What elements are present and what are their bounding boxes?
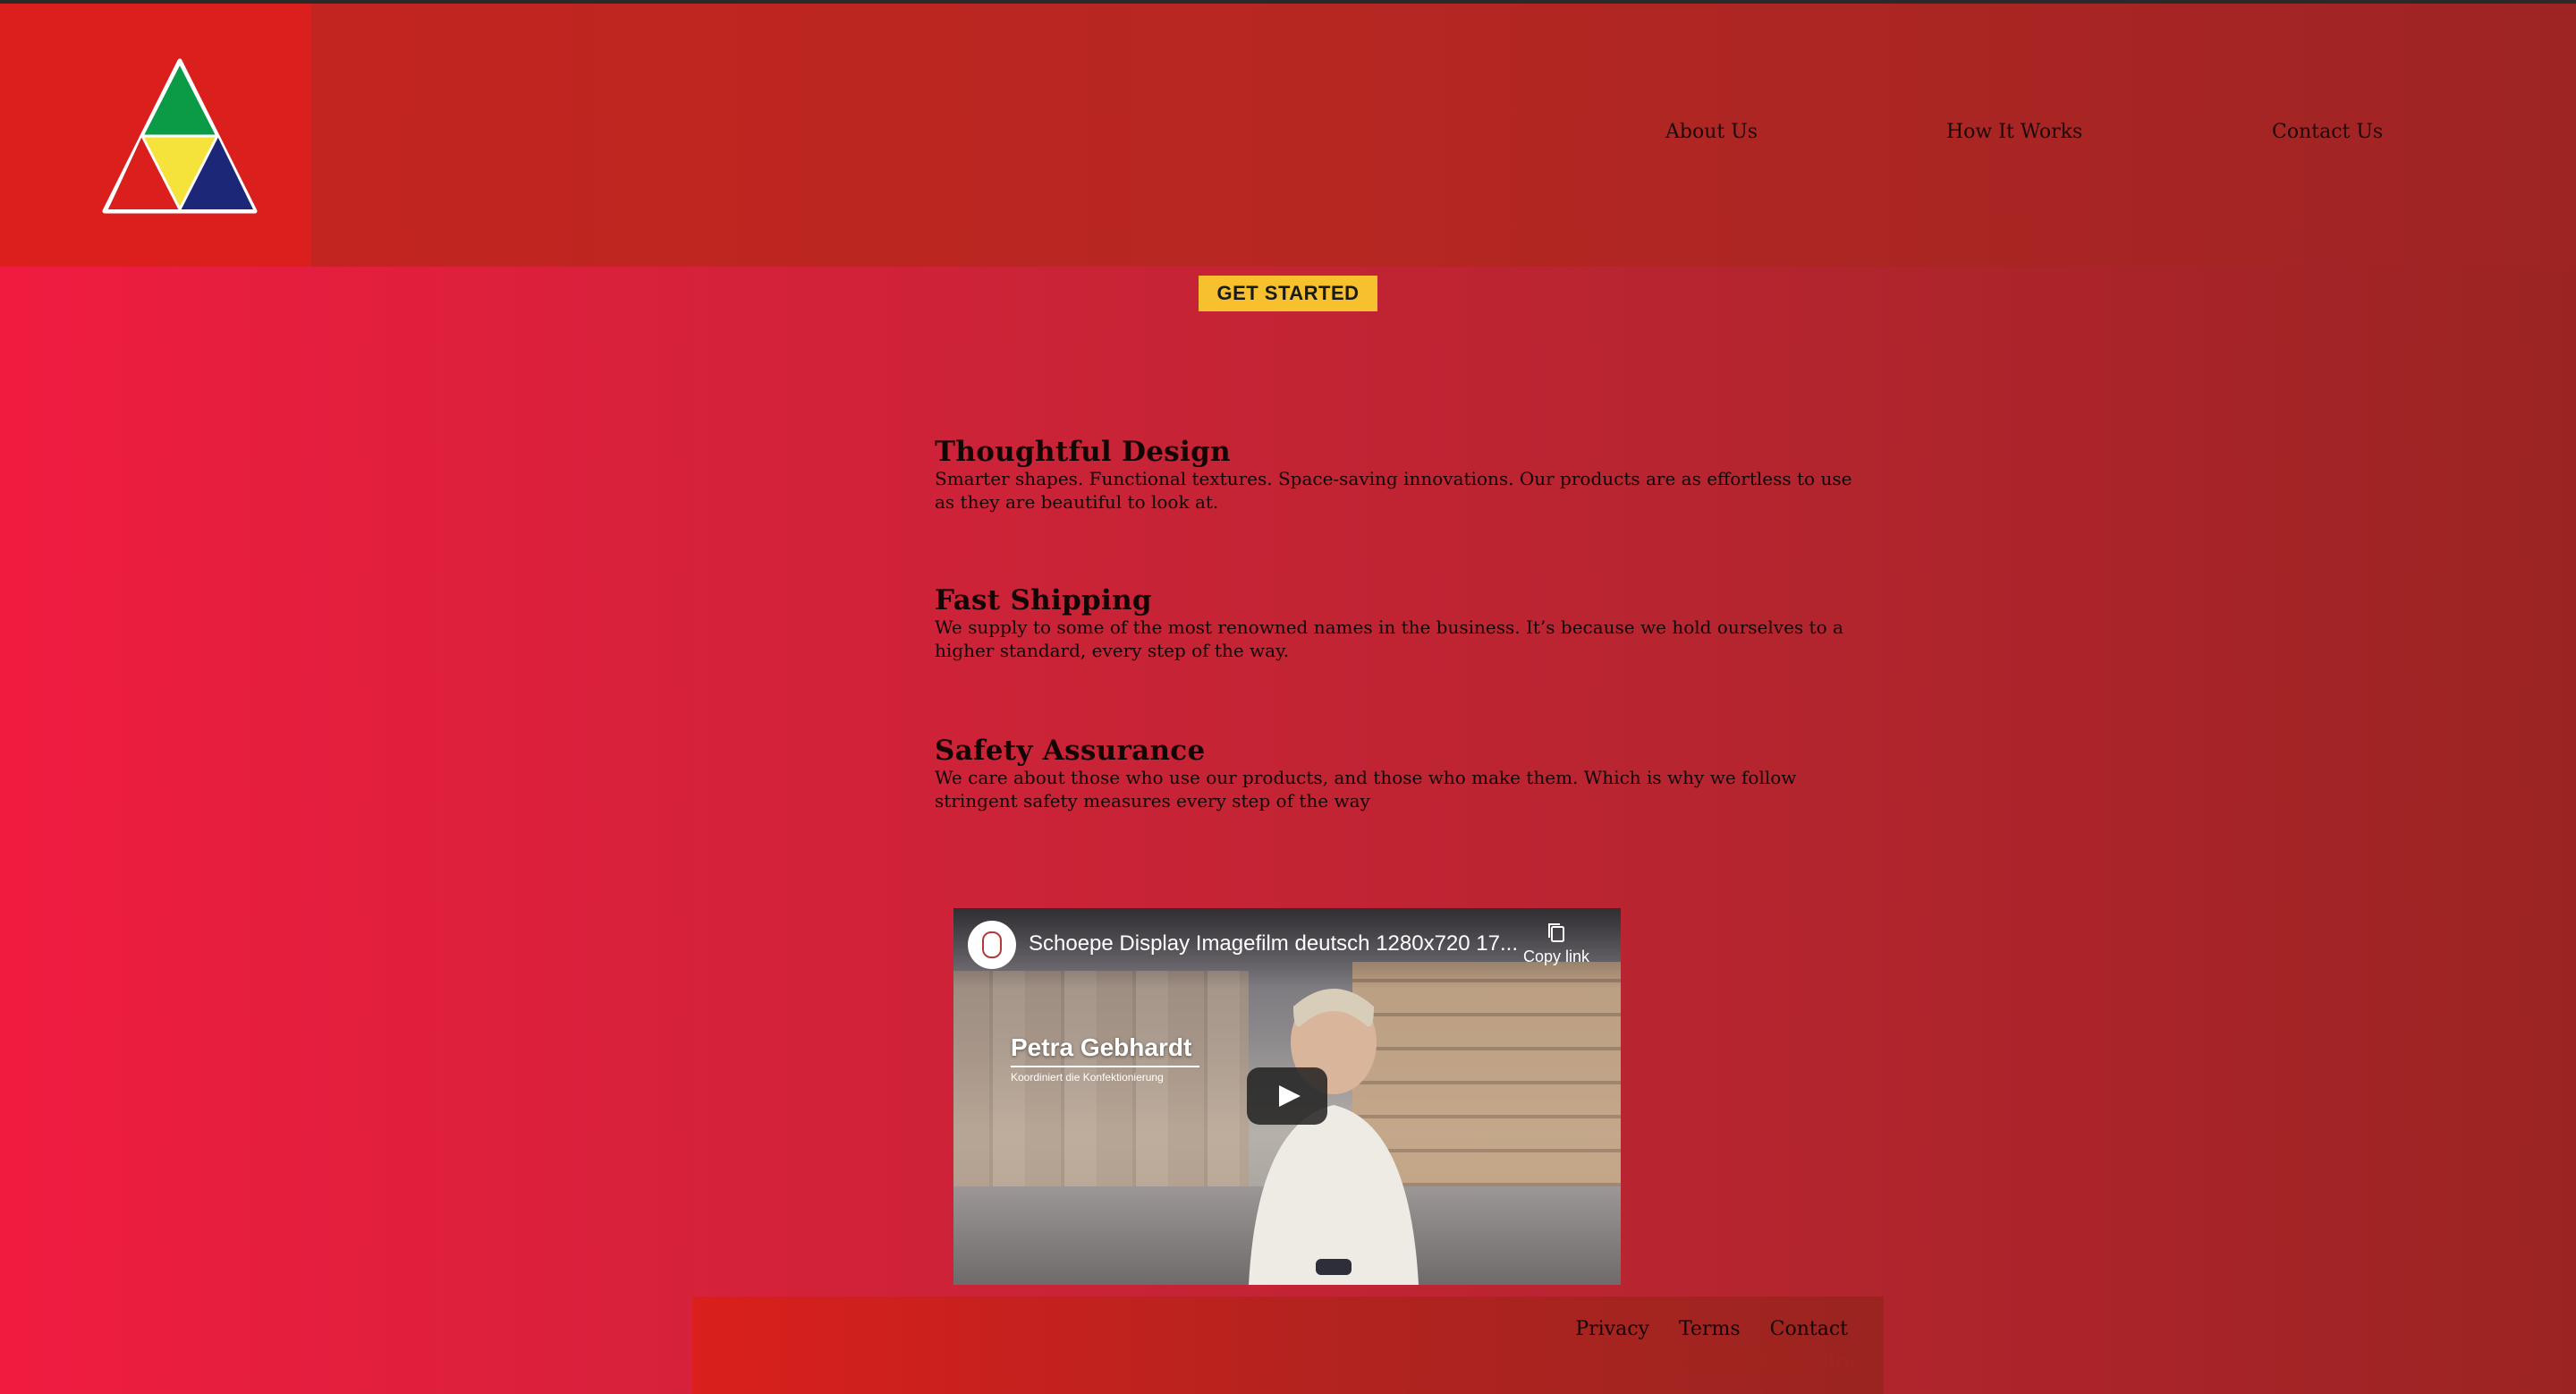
video-embed[interactable]: Schoepe Display Imagefilm deutsch 1280x7… (953, 908, 1621, 1285)
copy-icon (1548, 923, 1564, 942)
nav-how-it-works[interactable]: How It Works (1946, 121, 2082, 143)
feature-title: Thoughtful Design (935, 436, 1231, 468)
play-icon (1279, 1085, 1301, 1107)
nav-about-us[interactable]: About Us (1665, 121, 1758, 143)
site-footer: Privacy Terms Contact Copyright 2024 Adc… (692, 1296, 1884, 1394)
copyright-text: Copyright 2024 Adcentric (1624, 1349, 1860, 1371)
feature-safety-assurance: Safety Assurance We care about those who… (935, 734, 1874, 812)
footer-link-contact[interactable]: Contact (1770, 1318, 1848, 1340)
site-header: About Us How It Works Contact Us (0, 4, 2576, 267)
feature-thoughtful-design: Thoughtful Design Smarter shapes. Functi… (935, 435, 1874, 514)
feature-title: Fast Shipping (935, 584, 1152, 616)
video-lower-third: Petra Gebhardt Koordiniert die Konfektio… (1011, 1033, 1199, 1084)
lower-third-name: Petra Gebhardt (1011, 1033, 1192, 1061)
feature-body: We care about those who use our products… (935, 767, 1797, 812)
footer-link-terms[interactable]: Terms (1679, 1318, 1741, 1340)
footer-link-privacy[interactable]: Privacy (1575, 1318, 1649, 1340)
copy-link-button[interactable]: Copy link (1521, 921, 1592, 983)
video-title[interactable]: Schoepe Display Imagefilm deutsch 1280x7… (1029, 931, 1518, 956)
play-button[interactable] (1247, 1067, 1327, 1125)
copy-link-label: Copy link (1522, 948, 1590, 965)
channel-logo-icon (982, 931, 1002, 958)
main-nav: About Us How It Works Contact Us (0, 121, 2576, 157)
nav-contact-us[interactable]: Contact Us (2272, 121, 2383, 143)
feature-body: Smarter shapes. Functional textures. Spa… (935, 468, 1852, 513)
lower-third-role: Koordiniert die Konfektionierung (1011, 1066, 1199, 1084)
feature-fast-shipping: Fast Shipping We supply to some of the m… (935, 583, 1874, 662)
get-started-button[interactable]: GET STARTED (1199, 276, 1377, 311)
footer-links: Privacy Terms Contact (1552, 1318, 1848, 1340)
video-person-figure (1249, 989, 1419, 1285)
feature-body: We supply to some of the most renowned n… (935, 616, 1843, 661)
channel-avatar[interactable] (968, 921, 1016, 969)
feature-title: Safety Assurance (935, 735, 1206, 767)
